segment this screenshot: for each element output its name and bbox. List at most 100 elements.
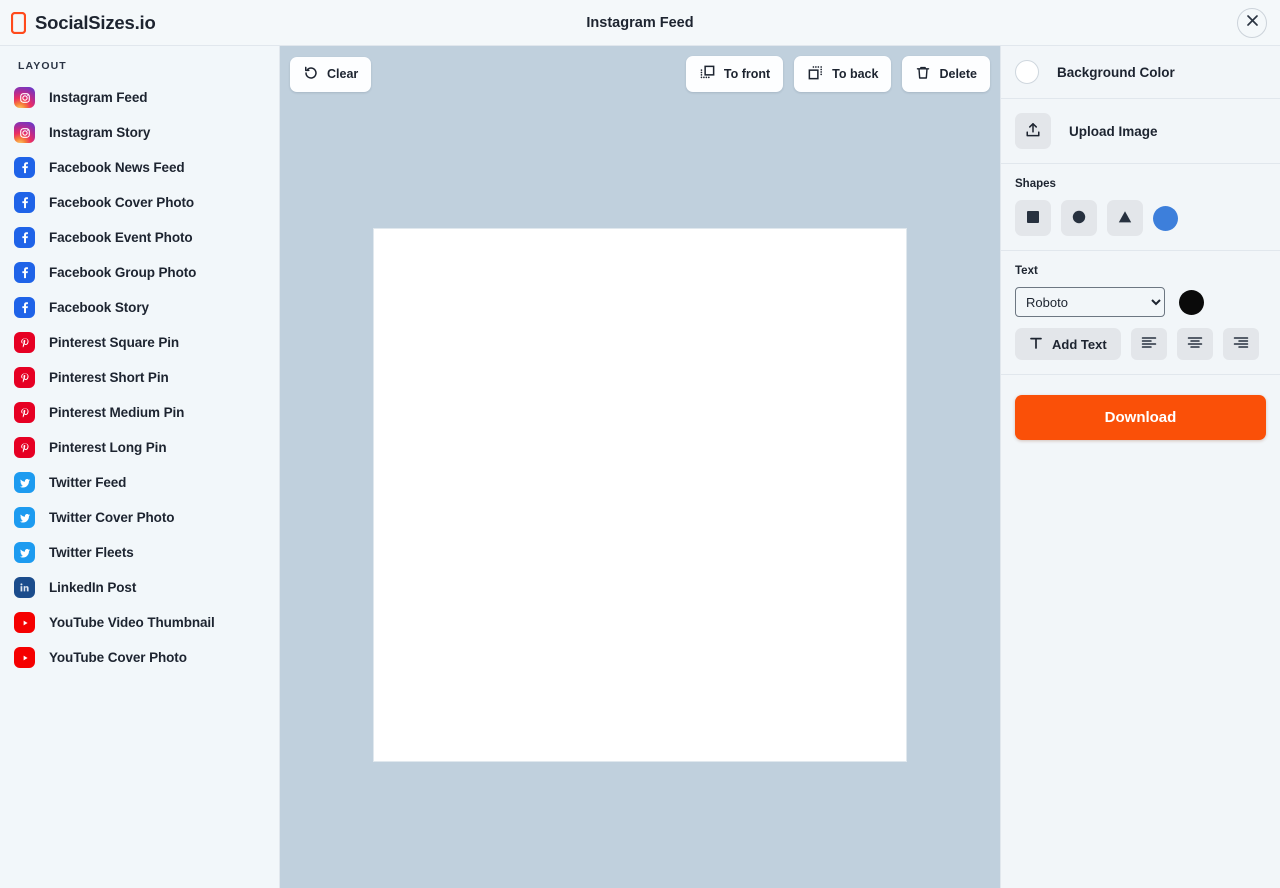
sidebar-item-label: Facebook Cover Photo [49,195,195,210]
canvas-wrap [280,102,1000,888]
upload-icon [1024,121,1042,142]
app-body: LAYOUT Instagram Feed Instagram Story Face… [0,46,1280,888]
canvas-toolbar: Clear To front To back Delete [280,46,1000,102]
sidebar-item-label: Pinterest Medium Pin [49,405,185,420]
sidebar-item-label: LinkedIn Post [49,580,137,595]
twitter-icon [14,542,35,563]
facebook-icon [14,227,35,248]
instagram-icon [14,122,35,143]
send-to-back-icon [807,64,824,84]
facebook-icon [14,262,35,283]
sidebar-item-label: Facebook Event Photo [49,230,193,245]
sidebar-item-facebook-event-photo[interactable]: Facebook Event Photo [0,220,279,255]
text-section: Text Roboto Add Text [1001,251,1280,375]
facebook-icon [14,157,35,178]
shape-color-swatch[interactable] [1153,205,1178,231]
font-family-select[interactable]: Roboto [1015,287,1165,317]
brand-name: SocialSizes.io [35,11,156,33]
upload-image-label: Upload Image [1069,123,1158,139]
to-back-button[interactable]: To back [794,56,892,92]
youtube-icon [14,647,35,668]
sidebar-item-label: YouTube Video Thumbnail [49,615,215,630]
pinterest-icon [14,437,35,458]
sidebar-item-linkedin-post[interactable]: LinkedIn Post [0,570,279,605]
sidebar-item-label: Facebook Story [49,300,149,315]
sidebar-item-pinterest-medium-pin[interactable]: Pinterest Medium Pin [0,395,279,430]
square-shape-button[interactable] [1015,200,1051,236]
circle-icon [1071,209,1087,228]
align-left-icon [1141,336,1157,353]
delete-label: Delete [939,67,977,81]
app-root: SocialSizes.io Instagram Feed LAYOUT Ins… [0,0,1280,888]
sidebar-item-pinterest-long-pin[interactable]: Pinterest Long Pin [0,430,279,465]
triangle-icon [1117,209,1133,228]
sidebar-item-label: Facebook Group Photo [49,265,197,280]
sidebar-item-label: Twitter Feed [49,475,127,490]
add-text-button[interactable]: Add Text [1015,328,1121,360]
sidebar-item-label: Facebook News Feed [49,160,185,175]
text-color-swatch[interactable] [1179,289,1204,315]
clear-button[interactable]: Clear [290,56,372,92]
page-title: Instagram Feed [586,14,694,31]
sidebar-item-label: Instagram Feed [49,90,148,105]
upload-image-section: Upload Image [1001,99,1280,164]
download-section: Download [1001,375,1280,460]
sidebar-item-youtube-cover-photo[interactable]: YouTube Cover Photo [0,640,279,675]
close-icon [1246,14,1259,32]
layout-list: Instagram Feed Instagram Story Facebook Ne… [0,80,279,675]
circle-shape-button[interactable] [1061,200,1097,236]
toolbar-right-group: To front To back Delete [685,56,990,92]
sidebar-item-label: Pinterest Square Pin [49,335,180,350]
square-icon [1025,209,1041,228]
background-color-section: Background Color [1001,46,1280,99]
shapes-section: Shapes [1001,164,1280,251]
sidebar-item-pinterest-square-pin[interactable]: Pinterest Square Pin [0,325,279,360]
trash-icon [915,65,931,84]
to-back-label: To back [832,67,879,81]
close-button[interactable] [1237,7,1267,38]
background-color-swatch[interactable] [1015,60,1039,84]
add-text-label: Add Text [1052,336,1107,352]
clear-label: Clear [327,67,359,81]
instagram-icon [14,87,35,108]
background-color-label: Background Color [1057,64,1175,80]
canvas-area: Clear To front To back Delete [280,46,1000,888]
align-right-icon [1233,336,1249,353]
to-front-button[interactable]: To front [685,56,784,92]
sidebar-heading: LAYOUT [18,60,67,72]
design-canvas[interactable] [374,229,906,761]
sidebar-item-facebook-group-photo[interactable]: Facebook Group Photo [0,255,279,290]
layout-sidebar[interactable]: LAYOUT Instagram Feed Instagram Story Face… [0,46,280,888]
properties-panel: Background Color Upload Image Shapes Tex… [1000,46,1280,888]
twitter-icon [14,507,35,528]
triangle-shape-button[interactable] [1107,200,1143,236]
sidebar-item-twitter-feed[interactable]: Twitter Feed [0,465,279,500]
sidebar-item-instagram-story[interactable]: Instagram Story [0,115,279,150]
text-label: Text [1015,265,1038,277]
youtube-icon [14,612,35,633]
sidebar-item-twitter-fleets[interactable]: Twitter Fleets [0,535,279,570]
delete-button[interactable]: Delete [902,56,990,92]
sidebar-item-pinterest-short-pin[interactable]: Pinterest Short Pin [0,360,279,395]
align-center-button[interactable] [1176,328,1213,360]
align-left-button[interactable] [1130,328,1167,360]
phone-frame-icon [10,11,27,34]
brand[interactable]: SocialSizes.io [0,11,156,34]
pinterest-icon [14,367,35,388]
align-right-button[interactable] [1222,328,1259,360]
sidebar-item-label: YouTube Cover Photo [49,650,187,665]
sidebar-item-youtube-video-thumbnail[interactable]: YouTube Video Thumbnail [0,605,279,640]
sidebar-item-facebook-news-feed[interactable]: Facebook News Feed [0,150,279,185]
upload-image-button[interactable] [1015,113,1051,149]
bring-to-front-icon [699,64,716,84]
sidebar-item-twitter-cover-photo[interactable]: Twitter Cover Photo [0,500,279,535]
app-header: SocialSizes.io Instagram Feed [0,0,1280,46]
facebook-icon [14,192,35,213]
sidebar-item-facebook-cover-photo[interactable]: Facebook Cover Photo [0,185,279,220]
sidebar-item-label: Twitter Fleets [49,545,134,560]
sidebar-item-facebook-story[interactable]: Facebook Story [0,290,279,325]
twitter-icon [14,472,35,493]
sidebar-item-instagram-feed[interactable]: Instagram Feed [0,80,279,115]
download-button[interactable]: Download [1015,395,1266,440]
rotate-ccw-icon [303,65,319,84]
